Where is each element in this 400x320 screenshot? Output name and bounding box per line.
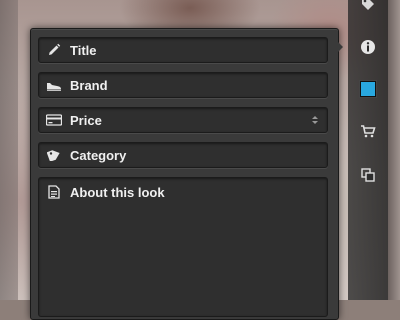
title-placeholder: Title	[70, 42, 97, 58]
info-icon[interactable]	[358, 37, 378, 57]
category-field[interactable]: Category	[38, 142, 328, 168]
pencil-icon	[46, 42, 62, 58]
about-placeholder: About this look	[70, 185, 165, 200]
title-field[interactable]: Title	[38, 37, 328, 63]
credit-card-icon	[46, 112, 62, 128]
stepper-down-icon	[312, 121, 318, 124]
stepper-up-icon	[312, 116, 318, 119]
price-placeholder: Price	[70, 112, 102, 128]
right-edge-photo	[388, 0, 400, 300]
tag-icon	[46, 147, 62, 163]
duplicate-icon[interactable]	[358, 165, 378, 185]
left-shadow-strip	[0, 0, 18, 300]
price-stepper[interactable]	[310, 112, 320, 128]
category-placeholder: Category	[70, 147, 127, 163]
color-swatch	[360, 81, 376, 97]
tag-icon[interactable]	[358, 0, 378, 14]
color-swatch-button[interactable]	[358, 79, 378, 99]
brand-placeholder: Brand	[70, 77, 108, 93]
price-field[interactable]: Price	[38, 107, 328, 133]
cart-icon[interactable]	[358, 121, 378, 141]
document-icon	[46, 184, 62, 200]
panel-pointer	[337, 41, 343, 53]
shoe-icon	[46, 77, 62, 93]
about-textarea[interactable]: About this look	[38, 177, 328, 317]
brand-field[interactable]: Brand	[38, 72, 328, 98]
